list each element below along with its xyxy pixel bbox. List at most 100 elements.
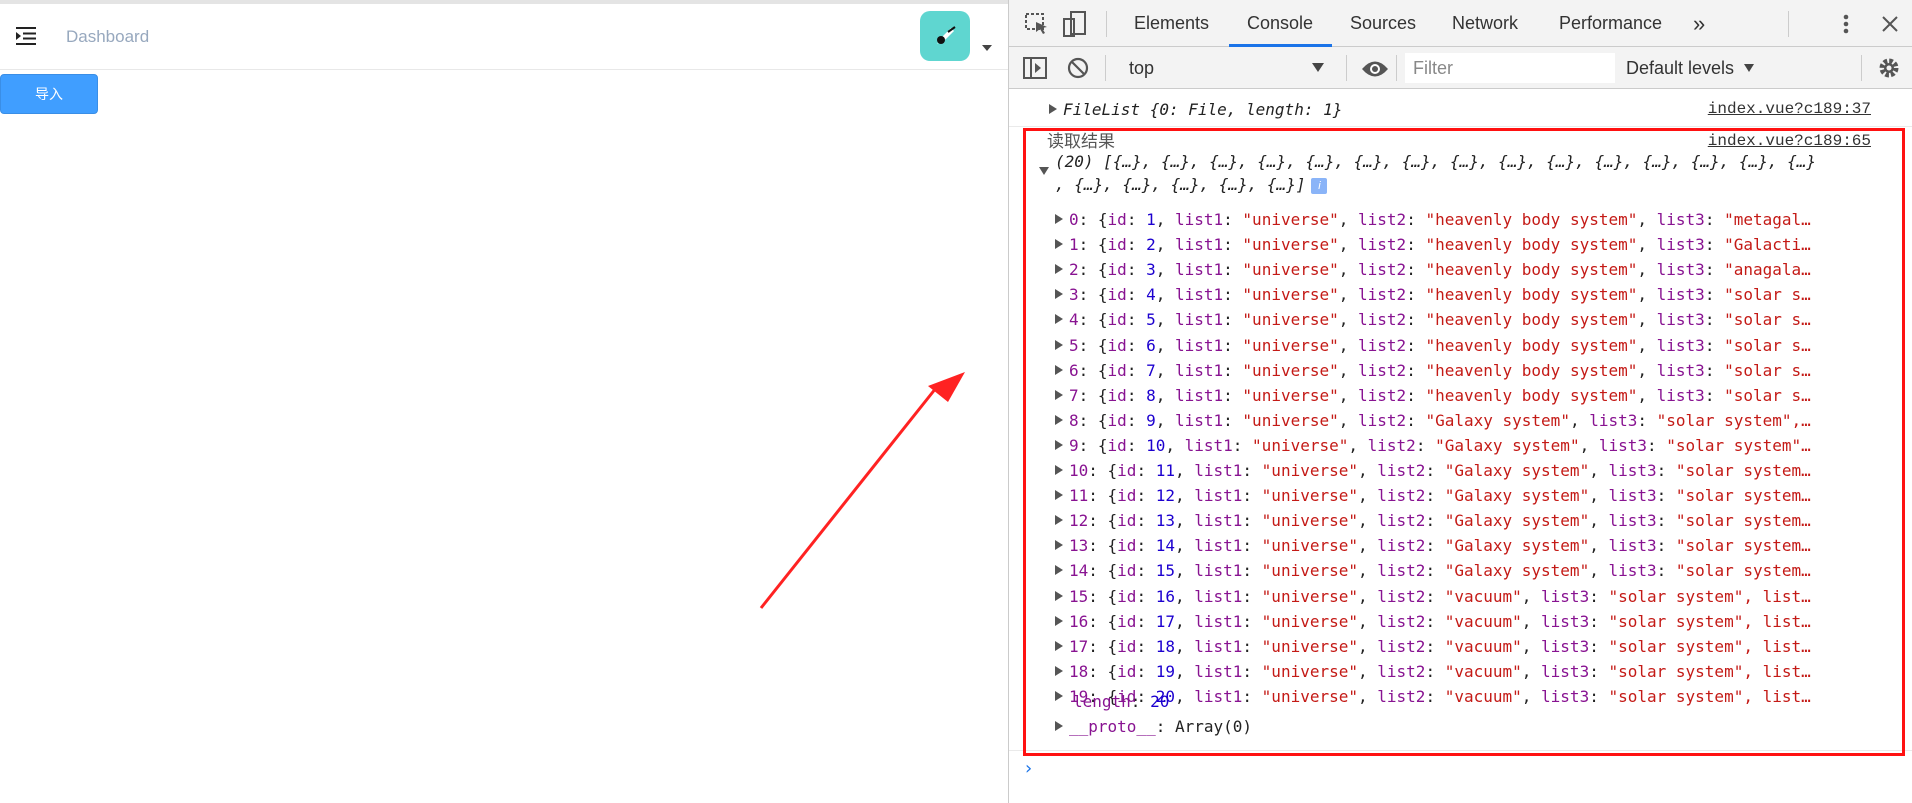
array-item-row[interactable]: 6: {id: 7, list1: "universe", list2: "he…	[1055, 358, 1873, 383]
expand-triangle-icon[interactable]	[1055, 515, 1063, 526]
expand-triangle-icon[interactable]	[1055, 565, 1063, 576]
expand-triangle-icon[interactable]	[1055, 364, 1063, 375]
caret-down-icon[interactable]	[1744, 64, 1754, 72]
tab-sources[interactable]: Sources	[1350, 0, 1416, 47]
array-item-row[interactable]: 13: {id: 14, list1: "universe", list2: "…	[1055, 533, 1873, 558]
close-icon[interactable]	[1881, 15, 1899, 38]
array-item-text: 16: {id: 17, list1: "universe", list2: "…	[1069, 611, 1811, 631]
caret-down-icon[interactable]	[1312, 63, 1324, 72]
log-levels-select[interactable]: Default levels	[1626, 53, 1734, 83]
console-toolbar: top Default levels	[1009, 47, 1912, 89]
proto-key: __proto__	[1069, 717, 1156, 736]
hamburger-icon[interactable]	[14, 24, 38, 48]
source-link[interactable]: index.vue?c189:65	[1708, 132, 1871, 150]
array-item-row[interactable]: 0: {id: 1, list1: "universe", list2: "he…	[1055, 207, 1873, 232]
app-window: Dashboard 导入	[0, 0, 1008, 803]
expand-triangle-icon[interactable]	[1055, 389, 1063, 400]
more-tabs-button[interactable]: »	[1693, 0, 1705, 47]
console-message[interactable]: FileList {0: File, length: 1} index.vue?…	[1009, 98, 1912, 122]
array-item-row[interactable]: 4: {id: 5, list1: "universe", list2: "he…	[1055, 307, 1873, 332]
array-item-text: 6: {id: 7, list1: "universe", list2: "he…	[1069, 360, 1811, 380]
expand-triangle-icon[interactable]	[1055, 239, 1063, 250]
filter-input[interactable]	[1405, 53, 1615, 83]
annotation-arrow	[759, 372, 965, 609]
array-item-text: 14: {id: 15, list1: "universe", list2: "…	[1069, 561, 1811, 581]
array-item-row[interactable]: 17: {id: 18, list1: "universe", list2: "…	[1055, 634, 1873, 659]
proto-row[interactable]: __proto__: Array(0)	[1055, 714, 1873, 739]
kebab-menu-icon[interactable]	[1843, 14, 1849, 39]
navbar: Dashboard	[0, 4, 1008, 70]
array-item-text: 10: {id: 11, list1: "universe", list2: "…	[1069, 461, 1811, 480]
array-item-text: 3: {id: 4, list1: "universe", list2: "he…	[1069, 285, 1811, 305]
expand-triangle-icon[interactable]	[1055, 214, 1063, 224]
devtools-panel: Elements Console Sources Network Perform…	[1008, 0, 1912, 803]
array-item-row[interactable]: 5: {id: 6, list1: "universe", list2: "he…	[1055, 333, 1873, 358]
expand-triangle-icon[interactable]	[1055, 414, 1063, 425]
array-item-text: 5: {id: 6, list1: "universe", list2: "he…	[1069, 335, 1811, 355]
expand-triangle-icon[interactable]	[1055, 490, 1063, 501]
tab-network[interactable]: Network	[1452, 0, 1518, 47]
console-message[interactable]: 读取结果 index.vue?c189:65 (20) [{…}, {…}, {…	[1009, 130, 1912, 760]
clear-console-icon[interactable]	[1067, 57, 1089, 84]
array-item-text: 2: {id: 3, list1: "universe", list2: "he…	[1069, 260, 1811, 280]
expand-triangle-icon[interactable]	[1055, 339, 1063, 350]
avatar[interactable]	[920, 11, 970, 61]
length-row: length: 20	[1073, 692, 1170, 711]
collapse-triangle-icon[interactable]	[1039, 167, 1049, 175]
array-summary-cont: , {…}, {…}, {…}, {…}, {…}]	[1055, 175, 1306, 194]
device-toolbar-icon[interactable]	[1063, 11, 1087, 42]
expand-triangle-icon[interactable]	[1055, 721, 1063, 731]
array-item-row[interactable]: 2: {id: 3, list1: "universe", list2: "he…	[1055, 257, 1873, 282]
toolbar-separator	[1396, 55, 1397, 81]
array-item-row[interactable]: 12: {id: 13, list1: "universe", list2: "…	[1055, 508, 1873, 533]
expand-triangle-icon[interactable]	[1055, 314, 1063, 325]
eye-icon[interactable]	[1361, 60, 1389, 83]
array-item-text: 0: {id: 1, list1: "universe", list2: "he…	[1069, 210, 1811, 229]
expand-triangle-icon[interactable]	[1055, 289, 1063, 300]
caret-down-icon[interactable]	[982, 45, 992, 51]
expand-triangle-icon[interactable]	[1055, 690, 1063, 701]
array-item-row[interactable]: 1: {id: 2, list1: "universe", list2: "he…	[1055, 232, 1873, 257]
toolbar-separator	[1861, 55, 1862, 81]
array-item-text: 4: {id: 5, list1: "universe", list2: "he…	[1069, 310, 1811, 330]
toolbar-separator	[1788, 11, 1789, 37]
expand-triangle-icon[interactable]	[1049, 104, 1057, 114]
array-item-row[interactable]: 3: {id: 4, list1: "universe", list2: "he…	[1055, 282, 1873, 307]
expand-triangle-icon[interactable]	[1055, 264, 1063, 275]
array-item-text: 11: {id: 12, list1: "universe", list2: "…	[1069, 486, 1811, 506]
console-prompt[interactable]: ›	[1023, 758, 1034, 779]
array-item-row[interactable]: 9: {id: 10, list1: "universe", list2: "G…	[1055, 433, 1873, 458]
source-link[interactable]: index.vue?c189:37	[1708, 100, 1871, 118]
array-item-row[interactable]: 10: {id: 11, list1: "universe", list2: "…	[1055, 458, 1873, 483]
breadcrumb[interactable]: Dashboard	[66, 27, 149, 47]
message-divider	[1009, 126, 1912, 127]
sidebar-toggle-icon[interactable]	[1023, 57, 1047, 84]
import-button[interactable]: 导入	[0, 74, 98, 114]
gear-icon[interactable]	[1877, 56, 1901, 85]
array-item-row[interactable]: 15: {id: 16, list1: "universe", list2: "…	[1055, 584, 1873, 609]
console-output: FileList {0: File, length: 1} index.vue?…	[1009, 90, 1912, 803]
info-icon[interactable]: i	[1311, 178, 1328, 194]
array-item-row[interactable]: 16: {id: 17, list1: "universe", list2: "…	[1055, 609, 1873, 634]
array-item-row[interactable]: 7: {id: 8, list1: "universe", list2: "he…	[1055, 383, 1873, 408]
toolbar-separator	[1105, 55, 1106, 81]
array-item-row[interactable]: 11: {id: 12, list1: "universe", list2: "…	[1055, 483, 1873, 508]
tab-console[interactable]: Console	[1247, 0, 1313, 47]
array-item-row[interactable]: 8: {id: 9, list1: "universe", list2: "Ga…	[1055, 408, 1873, 433]
expand-triangle-icon[interactable]	[1055, 615, 1063, 626]
tab-performance[interactable]: Performance	[1559, 0, 1662, 47]
context-select[interactable]: top	[1121, 53, 1337, 83]
array-item-row[interactable]: 18: {id: 19, list1: "universe", list2: "…	[1055, 659, 1873, 684]
expand-triangle-icon[interactable]	[1055, 590, 1063, 601]
expand-triangle-icon[interactable]	[1055, 439, 1063, 450]
expand-triangle-icon[interactable]	[1055, 465, 1063, 475]
expand-triangle-icon[interactable]	[1055, 665, 1063, 676]
toolbar-separator	[1106, 11, 1107, 37]
inspect-icon[interactable]	[1025, 13, 1049, 40]
array-item-row[interactable]: 14: {id: 15, list1: "universe", list2: "…	[1055, 558, 1873, 583]
expand-triangle-icon[interactable]	[1055, 540, 1063, 551]
array-item-text: 1: {id: 2, list1: "universe", list2: "he…	[1069, 235, 1811, 255]
array-summary: (20) [{…}, {…}, {…}, {…}, {…}, {…}, {…},…	[1055, 152, 1816, 171]
tab-elements[interactable]: Elements	[1134, 0, 1209, 47]
expand-triangle-icon[interactable]	[1055, 640, 1063, 651]
